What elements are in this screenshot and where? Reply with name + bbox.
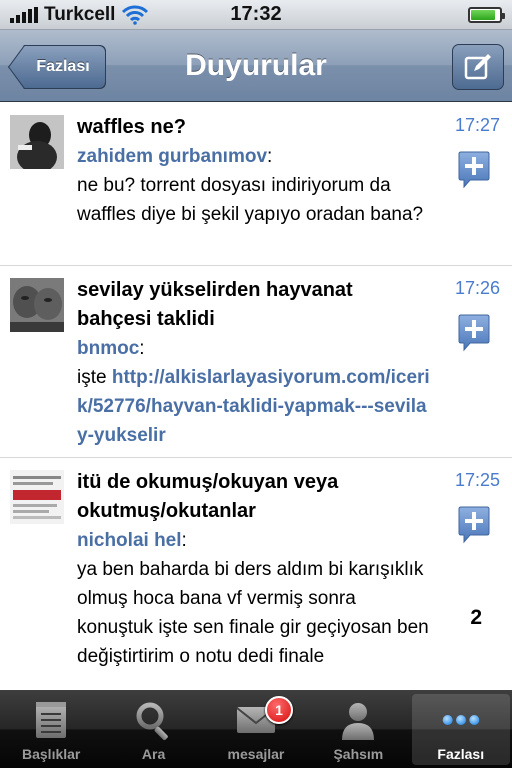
tab-ara[interactable]: Ara	[105, 694, 203, 765]
item-author[interactable]: nicholai hel	[77, 530, 182, 551]
status-left: Turkcell	[10, 4, 149, 26]
list-item[interactable]: waffles ne? zahidem gurbanımov: ne bu? t…	[0, 103, 512, 266]
tab-label: mesajlar	[227, 746, 285, 762]
item-title[interactable]: itü de okumuş/okuyan veya okutmuş/okutan…	[77, 468, 432, 526]
tab-mesajlar[interactable]: mesajlar 1	[207, 694, 305, 765]
author-separator: :	[139, 338, 145, 359]
list-item[interactable]: itü de okumuş/okuyan veya okutmuş/okutan…	[0, 458, 512, 690]
entry-count: 2	[470, 606, 482, 629]
item-link[interactable]: http://alkislarlayasiyorum.com/icerik/52…	[77, 367, 430, 446]
item-author[interactable]: zahidem gurbanımov	[77, 146, 267, 167]
tab-fazlasi[interactable]: Fazlası	[411, 694, 510, 765]
item-body: işte http://alkislarlayasiyorum.com/icer…	[77, 363, 432, 450]
add-entry-icon[interactable]	[458, 506, 490, 544]
tab-sahsim[interactable]: Şahsım	[309, 694, 407, 765]
back-button-label: Fazlası	[36, 58, 90, 75]
item-body: ne bu? torrent dosyası indiriyorum da wa…	[77, 175, 424, 225]
signal-strength-icon	[10, 6, 38, 23]
item-time: 17:25	[454, 470, 500, 490]
item-time: 17:27	[454, 115, 500, 135]
author-separator: :	[181, 530, 187, 551]
item-body-prefix: işte	[77, 367, 112, 388]
wifi-icon	[122, 5, 149, 25]
list-item[interactable]: sevilay yükselirden hayvanat bahçesi tak…	[0, 266, 512, 458]
carrier-name: Turkcell	[44, 3, 116, 25]
item-time: 17:26	[454, 278, 500, 298]
compose-button[interactable]	[452, 44, 504, 90]
item-content: waffles ne? zahidem gurbanımov: ne bu? t…	[77, 113, 432, 229]
item-author[interactable]: bnmoc	[77, 338, 139, 359]
tab-label: Ara	[141, 746, 166, 762]
avatar	[10, 278, 64, 332]
battery-icon	[468, 6, 505, 23]
item-title[interactable]: waffles ne?	[77, 113, 432, 142]
compose-icon	[464, 54, 491, 80]
back-button[interactable]: Fazlası	[8, 45, 106, 89]
tab-label: Şahsım	[333, 746, 384, 762]
unread-badge: 1	[264, 696, 293, 724]
status-bar: Turkcell 17:32	[0, 0, 512, 30]
search-icon	[134, 700, 174, 740]
item-content: itü de okumuş/okuyan veya okutmuş/okutan…	[77, 468, 432, 671]
announcement-list[interactable]: waffles ne? zahidem gurbanımov: ne bu? t…	[0, 103, 512, 690]
tab-label: Fazlası	[437, 746, 485, 762]
battery-level	[471, 9, 495, 20]
item-body: ya ben baharda bi ders aldım bi karışıkl…	[77, 559, 429, 667]
person-icon	[338, 700, 378, 740]
tab-basliklar[interactable]: Başlıklar	[2, 694, 100, 765]
navigation-bar: Fazlası Duyurular	[0, 30, 512, 102]
item-content: sevilay yükselirden hayvanat bahçesi tak…	[77, 276, 432, 450]
more-dots-icon	[441, 700, 481, 740]
tab-bar: Başlıklar Ara mesajlar 1 Şahsım Fazlası	[0, 690, 512, 768]
avatar	[10, 115, 64, 169]
add-entry-icon[interactable]	[458, 151, 490, 189]
item-title[interactable]: sevilay yükselirden hayvanat bahçesi tak…	[77, 276, 432, 334]
author-separator: :	[267, 146, 273, 167]
notepad-icon	[31, 700, 71, 740]
avatar	[10, 470, 64, 524]
add-entry-icon[interactable]	[458, 314, 490, 352]
tab-label: Başlıklar	[22, 746, 81, 762]
